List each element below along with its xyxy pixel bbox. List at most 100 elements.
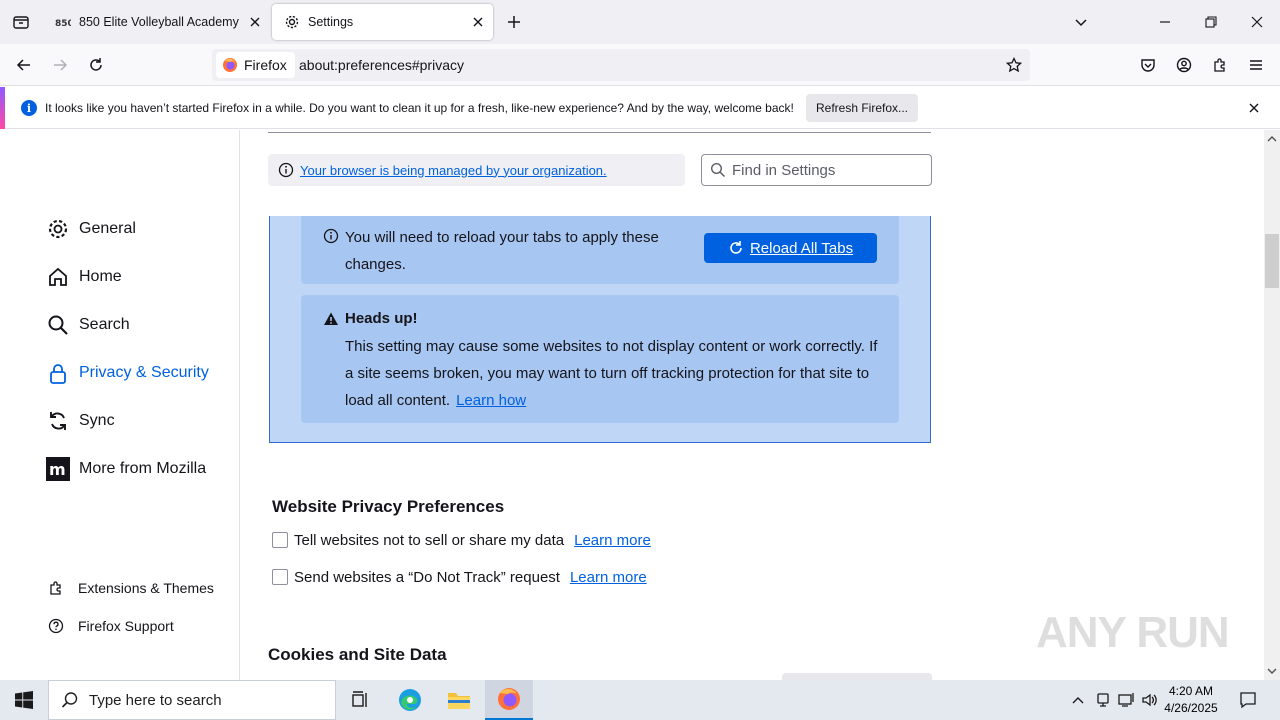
- edge-icon: [399, 689, 421, 711]
- new-tab-button[interactable]: [503, 11, 525, 33]
- restore-button[interactable]: [1188, 0, 1234, 44]
- pocket-button[interactable]: [1134, 51, 1162, 79]
- meet-now-button[interactable]: [1093, 680, 1113, 720]
- sidebar-item-general[interactable]: General: [46, 214, 136, 244]
- scroll-up-icon[interactable]: [1267, 134, 1277, 144]
- home-icon: [46, 265, 70, 289]
- show-hidden-icons-button[interactable]: [1068, 680, 1088, 720]
- reload-icon: [90, 58, 102, 71]
- section-divider: [268, 132, 931, 133]
- checkbox-label[interactable]: Send websites a “Do Not Track” request: [294, 569, 560, 586]
- firefox-logo-icon: [498, 688, 520, 710]
- clock-date: 4/26/2025: [1164, 701, 1218, 715]
- close-tab-icon[interactable]: [246, 13, 264, 31]
- refresh-firefox-button[interactable]: Refresh Firefox...: [806, 94, 918, 122]
- sidebar-item-privacy[interactable]: Privacy & Security: [46, 358, 209, 388]
- find-placeholder: Find in Settings: [732, 161, 836, 179]
- sidebar-item-label: Extensions & Themes: [78, 580, 214, 596]
- minimize-button[interactable]: [1142, 0, 1188, 44]
- search-icon: [46, 313, 70, 337]
- sidebar-item-label: Search: [79, 316, 130, 333]
- edge-taskbar-button[interactable]: [386, 680, 434, 720]
- scroll-down-icon[interactable]: [1267, 666, 1277, 676]
- hamburger-menu-icon: [1250, 60, 1262, 70]
- bookmark-star-icon[interactable]: [1004, 55, 1024, 75]
- reload-button[interactable]: [82, 51, 110, 79]
- sidebar-item-firefox-support[interactable]: Firefox Support: [46, 615, 174, 637]
- tab-volleyball[interactable]: 850 850 Elite Volleyball Academy: [43, 4, 270, 40]
- close-icon: [1251, 16, 1263, 28]
- scrollbar-thumb[interactable]: [1265, 234, 1279, 288]
- learn-more-link[interactable]: Learn more: [574, 532, 651, 549]
- puzzle-icon: [1214, 58, 1225, 72]
- tab-settings[interactable]: Settings: [272, 4, 493, 40]
- task-view-button[interactable]: [336, 680, 384, 720]
- network-button[interactable]: [1116, 680, 1138, 720]
- pocket-icon: [1141, 59, 1155, 72]
- heads-up-title: Heads up!: [345, 310, 418, 327]
- firefox-taskbar-button[interactable]: [485, 680, 533, 720]
- reload-all-tabs-button[interactable]: Reload All Tabs: [704, 233, 877, 263]
- url-text[interactable]: about:preferences#privacy: [299, 57, 464, 73]
- firefox-logo-icon: [223, 58, 237, 72]
- sidebar-item-search[interactable]: Search: [46, 310, 130, 340]
- tracking-protection-panel: You will need to reload your tabs to app…: [269, 216, 931, 443]
- url-bar[interactable]: Firefox about:preferences#privacy: [212, 49, 1030, 81]
- checkbox-label[interactable]: Tell websites not to sell or share my da…: [294, 532, 564, 549]
- taskbar-clock[interactable]: 4:20 AM 4/26/2025: [1160, 683, 1222, 717]
- identity-box[interactable]: Firefox: [216, 52, 295, 78]
- list-all-tabs-button[interactable]: [0, 0, 42, 44]
- sidebar-item-home[interactable]: Home: [46, 262, 122, 292]
- close-tab-icon[interactable]: [469, 13, 487, 31]
- sidebar-item-label: Sync: [79, 412, 115, 429]
- search-icon: [710, 162, 726, 178]
- reload-notice-text: You will need to reload your tabs to app…: [345, 229, 659, 273]
- start-button[interactable]: [0, 680, 48, 720]
- tab-overflow-button[interactable]: [1070, 11, 1092, 33]
- back-button[interactable]: [10, 51, 38, 79]
- learn-how-link[interactable]: Learn how: [456, 392, 526, 409]
- sidebar-item-label: General: [79, 220, 136, 237]
- taskbar-search-box[interactable]: Type here to search: [48, 680, 336, 720]
- minimize-icon: [1160, 21, 1170, 23]
- checkbox[interactable]: [272, 569, 288, 585]
- volume-button[interactable]: [1140, 680, 1160, 720]
- app-menu-button[interactable]: [1242, 51, 1270, 79]
- puzzle-icon: [46, 578, 66, 598]
- categories-sidebar: General Home Search Privacy & Security S…: [0, 130, 240, 680]
- policies-link[interactable]: Your browser is being managed by your or…: [300, 163, 607, 178]
- clock-time: 4:20 AM: [1168, 684, 1214, 698]
- checkbox[interactable]: [272, 532, 288, 548]
- notifications-button[interactable]: [1236, 680, 1260, 720]
- gpc-checkbox-row[interactable]: Tell websites not to sell or share my da…: [272, 530, 651, 550]
- account-button[interactable]: [1170, 51, 1198, 79]
- sidebar-item-sync[interactable]: Sync: [46, 406, 115, 436]
- file-explorer-taskbar-button[interactable]: [435, 680, 483, 720]
- dnt-checkbox-row[interactable]: Send websites a “Do Not Track” request L…: [272, 567, 647, 587]
- account-icon: [1176, 57, 1192, 73]
- search-icon: [61, 692, 78, 708]
- site-favicon-icon: 850: [55, 14, 71, 30]
- learn-more-link[interactable]: Learn more: [570, 569, 647, 586]
- warning-icon: [324, 312, 338, 325]
- sidebar-item-more-from-mozilla[interactable]: m More from Mozilla: [46, 454, 206, 484]
- reload-icon: [730, 241, 742, 254]
- gear-icon: [46, 217, 70, 241]
- taskbar-search-placeholder: Type here to search: [89, 691, 222, 709]
- sidebar-item-extensions-themes[interactable]: Extensions & Themes: [46, 577, 214, 599]
- close-window-button[interactable]: [1234, 0, 1280, 44]
- close-icon[interactable]: [1246, 100, 1262, 116]
- tab-title: Settings: [308, 15, 354, 29]
- watermark-logo: ANY RUN: [1036, 608, 1230, 657]
- find-in-settings-input[interactable]: Find in Settings: [701, 154, 932, 186]
- page-scrollbar[interactable]: [1264, 130, 1280, 680]
- chevron-down-icon: [1075, 19, 1087, 27]
- navigation-toolbar: Firefox about:preferences#privacy: [0, 44, 1280, 86]
- forward-button[interactable]: [46, 51, 74, 79]
- notification-bar: i It looks like you haven’t started Fire…: [0, 87, 1280, 129]
- cookies-manage-button[interactable]: [782, 673, 932, 680]
- extensions-button[interactable]: [1206, 51, 1234, 79]
- task-view-icon: [352, 691, 367, 707]
- chevron-up-icon: [1072, 697, 1084, 704]
- heads-up-warning: Heads up! This setting may cause some we…: [301, 295, 899, 423]
